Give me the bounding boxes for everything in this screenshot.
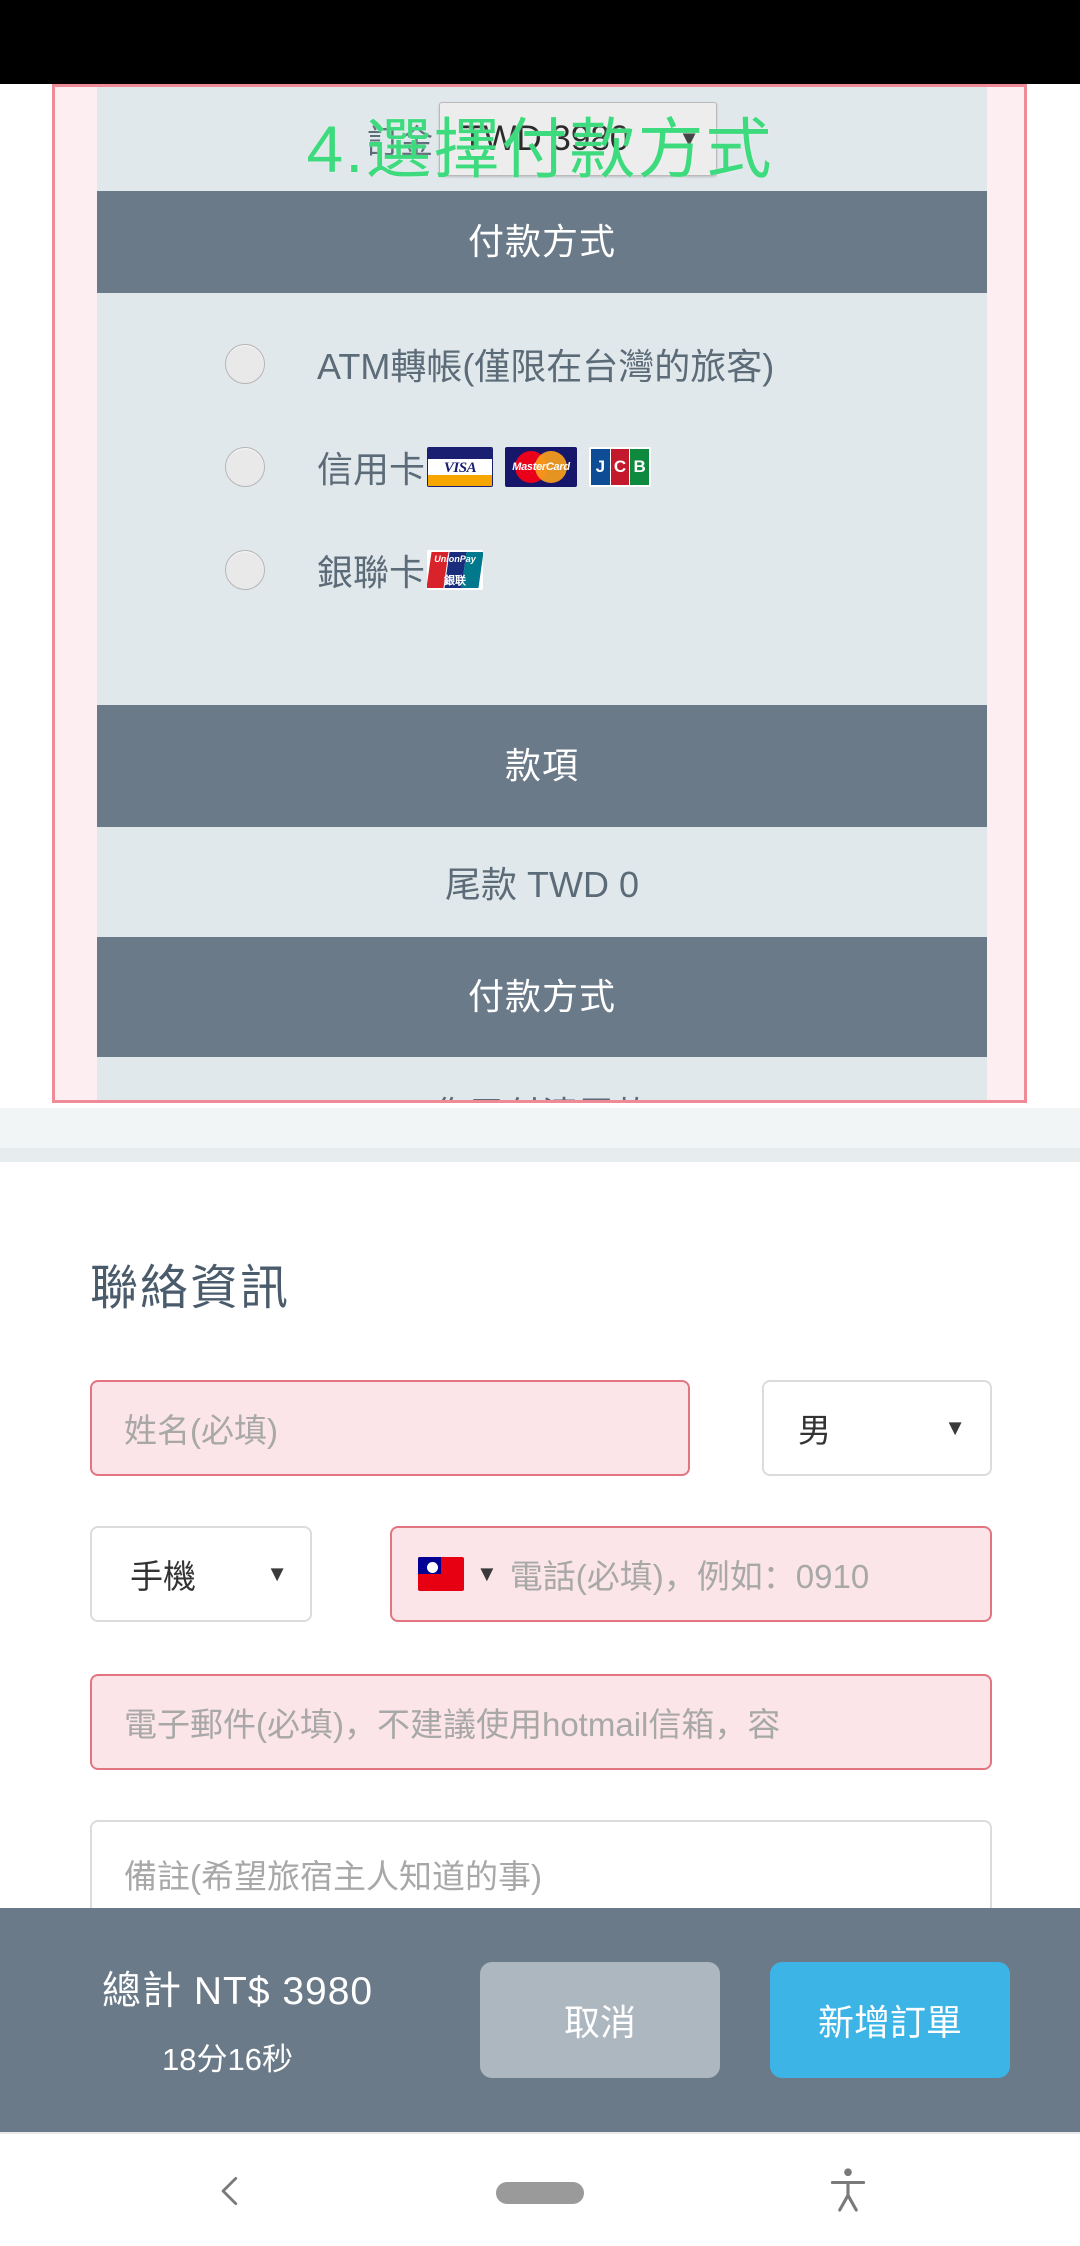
final-payment-header: 付款方式 [97, 937, 987, 1057]
booking-payment-card: 訂金 TWD 3980 ▼ 付款方式 ATM轉帳(僅限在台灣的旅客) 信用卡 V… [52, 84, 1027, 1103]
jcb-logo: JCB [589, 446, 652, 487]
remaining-amount-value: 尾款 TWD 0 [445, 864, 639, 905]
status-bar [0, 0, 1080, 84]
home-pill-icon[interactable] [496, 2182, 584, 2204]
phone-input-placeholder: 電話(必填)，例如：0910 [509, 1558, 870, 1595]
deposit-label: 訂金 [367, 123, 433, 160]
final-payment-header-label: 付款方式 [467, 976, 616, 1018]
chevron-down-icon: ▼ [944, 1415, 966, 1440]
amount-section-body: 尾款 TWD 0 [97, 827, 987, 937]
payment-option-unionpay-label: 銀聯卡 [317, 551, 426, 593]
unionpay-logo: UnionPay 銀联 [427, 549, 484, 590]
contact-info-title: 聯絡資訊 [90, 1262, 291, 1315]
section-gap-lower [0, 1148, 1080, 1162]
contact-info-section: 聯絡資訊 姓名(必填) 男 ▼ 手機 ▼ ▼ 電話(必填)，例如：0910 電子… [0, 1162, 1080, 1940]
deposit-amount-select[interactable]: TWD 3980 ▼ [439, 102, 717, 176]
summary-bar: 總計 NT$ 3980 18分16秒 取消 新增訂單 [0, 1908, 1080, 2132]
payment-option-unionpay[interactable]: 銀聯卡 UnionPay 銀联 [97, 518, 987, 621]
gender-select[interactable]: 男 ▼ [762, 1380, 992, 1476]
screen-root: 訂金 TWD 3980 ▼ 付款方式 ATM轉帳(僅限在台灣的旅客) 信用卡 V… [0, 0, 1080, 2246]
phone-input[interactable]: ▼ 電話(必填)，例如：0910 [390, 1526, 992, 1622]
amount-section-header-label: 款項 [504, 745, 579, 787]
note-textarea-placeholder: 備註(希望旅宿主人知道的事) [124, 1858, 542, 1895]
android-nav-bar [0, 2132, 1080, 2246]
name-input-placeholder: 姓名(必填) [124, 1412, 278, 1449]
taiwan-flag-icon [418, 1557, 464, 1591]
final-payment-status: 您已付清尾款 [434, 1086, 650, 1100]
payment-option-credit-card[interactable]: 信用卡 VISA MasterCard JCB [97, 415, 987, 518]
visa-logo: VISA [427, 446, 494, 487]
email-input-placeholder: 電子郵件(必填)，不建議使用hotmail信箱，容 [124, 1706, 781, 1743]
credit-card-logos: VISA MasterCard JCB [427, 446, 652, 487]
chevron-left-icon[interactable] [212, 2172, 250, 2210]
add-order-button[interactable]: 新增訂單 [770, 1962, 1010, 2078]
gender-select-value: 男 [798, 1412, 831, 1449]
payment-method-header: 付款方式 [97, 191, 987, 293]
phone-type-select[interactable]: 手機 ▼ [90, 1526, 312, 1622]
final-payment-body: 您已付清尾款 [97, 1057, 987, 1100]
accessibility-icon[interactable] [826, 2166, 870, 2216]
radio-atm[interactable] [225, 343, 265, 384]
deposit-amount-value: TWD 3980 [462, 119, 630, 158]
cancel-button[interactable]: 取消 [480, 1962, 720, 2078]
payment-option-credit-card-label: 信用卡 [317, 448, 426, 490]
chevron-down-icon: ▼ [266, 1561, 288, 1586]
cancel-button-label: 取消 [563, 2002, 636, 2043]
deposit-row: 訂金 TWD 3980 ▼ [97, 87, 987, 191]
add-order-button-label: 新增訂單 [817, 2002, 962, 2043]
email-input[interactable]: 電子郵件(必填)，不建議使用hotmail信箱，容 [90, 1674, 992, 1770]
chevron-down-icon: ▼ [678, 126, 700, 151]
unionpay-logos: UnionPay 銀联 [427, 549, 484, 590]
payment-method-options: ATM轉帳(僅限在台灣的旅客) 信用卡 VISA MasterCard JCB [97, 293, 987, 705]
radio-credit-card[interactable] [225, 446, 265, 487]
summary-total-label: 總計 NT$ 3980 [102, 1970, 374, 2013]
payment-option-atm[interactable]: ATM轉帳(僅限在台灣的旅客) [97, 312, 987, 415]
payment-option-atm-label: ATM轉帳(僅限在台灣的旅客) [317, 345, 775, 387]
mastercard-logo: MasterCard [505, 446, 578, 487]
summary-countdown-timer: 18分16秒 [162, 2042, 293, 2077]
name-input[interactable]: 姓名(必填) [90, 1380, 690, 1476]
section-gap [0, 1108, 1080, 1148]
amount-section-header: 款項 [97, 705, 987, 827]
radio-unionpay[interactable] [225, 549, 265, 590]
country-code-chevron-down-icon[interactable]: ▼ [476, 1561, 498, 1587]
phone-type-select-value: 手機 [130, 1558, 196, 1595]
payment-method-header-label: 付款方式 [467, 221, 616, 263]
